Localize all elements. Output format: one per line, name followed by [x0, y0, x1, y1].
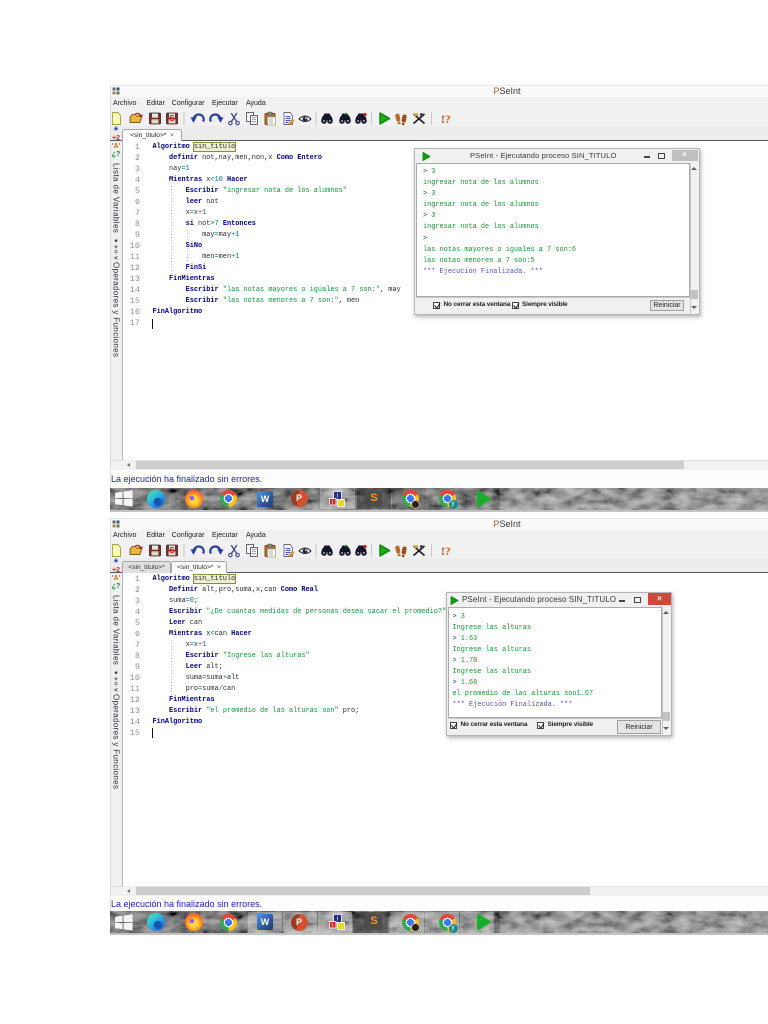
svg-text:!?: !?	[441, 546, 451, 558]
svg-text:!?: !?	[441, 114, 451, 126]
svg-text:S: S	[169, 546, 175, 555]
svg-text:I: I	[332, 500, 333, 506]
svg-text:S: S	[169, 114, 175, 123]
svg-text:I: I	[332, 923, 333, 929]
